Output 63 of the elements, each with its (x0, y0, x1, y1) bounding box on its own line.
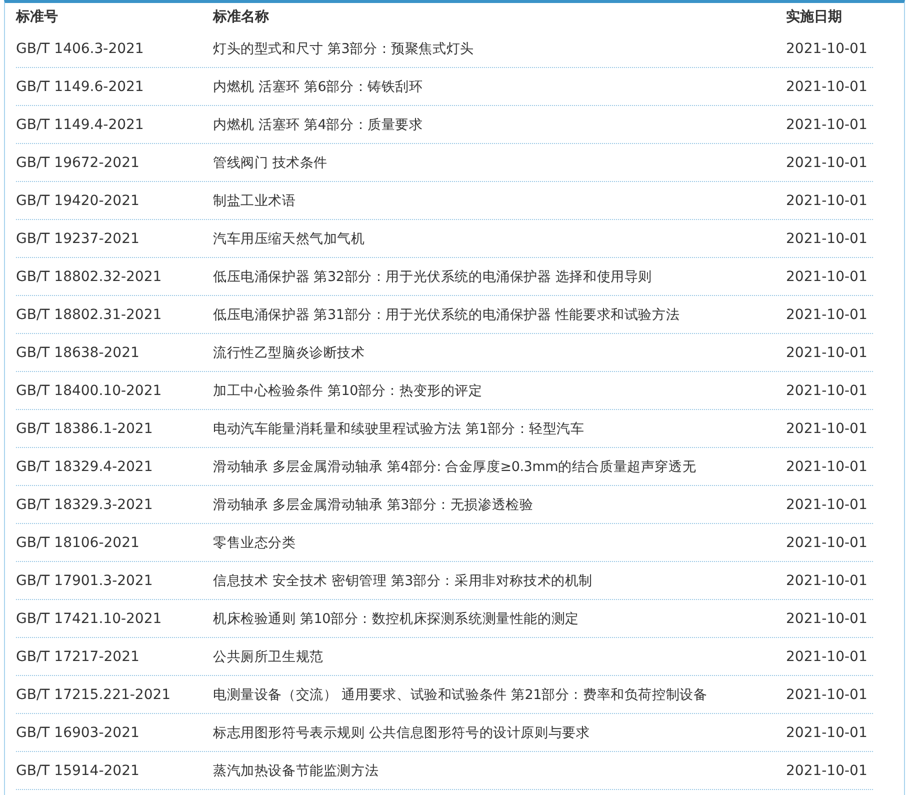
standard-code-cell-text: GB/T 1149.4-2021 (16, 116, 145, 132)
date-cell-text: 2021-10-01 (786, 306, 868, 322)
standard-code-cell-text: GB/T 17217-2021 (16, 648, 140, 664)
standard-name-cell-text: 低压电涌保护器 第31部分：用于光伏系统的电涌保护器 性能要求和试验方法 (213, 306, 681, 324)
standard-name-cell-text: 零售业态分类 (213, 534, 297, 552)
standard-name-cell-text: 标志用图形符号表示规则 公共信息图形符号的设计原则与要求 (213, 724, 591, 742)
column-header: 标准号 (16, 8, 59, 26)
standard-name-cell-text: 内燃机 活塞环 第4部分：质量要求 (213, 116, 424, 134)
date-cell-text: 2021-10-01 (786, 686, 868, 702)
date-cell-text: 2021-10-01 (786, 648, 868, 664)
standard-name-cell-text: 加工中心检验条件 第10部分：热变形的评定 (213, 382, 484, 400)
standard-code-cell-text: GB/T 18400.10-2021 (16, 382, 163, 398)
date-cell-text: 2021-10-01 (786, 496, 868, 512)
date-cell-text: 2021-10-01 (786, 268, 868, 284)
date-cell-text: 2021-10-01 (786, 154, 868, 170)
standard-name-cell-text: 电测量设备（交流） 通用要求、试验和试验条件 第21部分：费率和负荷控制设备 (213, 686, 708, 704)
standard-code-cell-text: GB/T 17215.221-2021 (16, 686, 172, 702)
date-cell-text: 2021-10-01 (786, 610, 868, 626)
standard-name-cell-text: 低压电涌保护器 第32部分：用于光伏系统的电涌保护器 选择和使用导则 (213, 268, 653, 286)
standard-name-cell-text: 滑动轴承 多层金属滑动轴承 第3部分：无损渗透检验 (213, 496, 534, 514)
standard-code-cell-text: GB/T 19672-2021 (16, 154, 140, 170)
date-cell-text: 2021-10-01 (786, 40, 868, 56)
standard-code-cell-text: GB/T 16903-2021 (16, 724, 140, 740)
date-cell-text: 2021-10-01 (786, 116, 868, 132)
standard-code-cell-text: GB/T 18802.31-2021 (16, 306, 163, 322)
standard-name-cell-text: 蒸汽加热设备节能监测方法 (213, 762, 380, 780)
date-cell-text: 2021-10-01 (786, 192, 868, 208)
standard-name-cell-text: 滑动轴承 多层金属滑动轴承 第4部分: 合金厚度≥0.3mm的结合质量超声穿透无 (213, 458, 698, 476)
date-cell-text: 2021-10-01 (786, 420, 868, 436)
date-cell-text: 2021-10-01 (786, 534, 868, 550)
date-cell-text: 2021-10-01 (786, 458, 868, 474)
standard-code-cell-text: GB/T 18802.32-2021 (16, 268, 163, 284)
date-cell-text: 2021-10-01 (786, 382, 868, 398)
standard-name-cell-text: 流行性乙型脑炎诊断技术 (213, 344, 366, 362)
standard-name-cell-text: 电动汽车能量消耗量和续驶里程试验方法 第1部分：轻型汽车 (213, 420, 586, 438)
standard-code-cell-text: GB/T 17421.10-2021 (16, 610, 163, 626)
date-cell-text: 2021-10-01 (786, 78, 868, 94)
standard-name-cell-text: 汽车用压缩天然气加气机 (213, 230, 366, 248)
column-header: 标准名称 (213, 8, 270, 26)
standard-name-cell-text: 制盐工业术语 (213, 192, 297, 210)
standard-name-cell-text: 管线阀门 技术条件 (213, 154, 328, 172)
standard-code-cell-text: GB/T 18386.1-2021 (16, 420, 154, 436)
standard-code-cell-text: GB/T 18329.4-2021 (16, 458, 154, 474)
standard-code-cell-text: GB/T 19420-2021 (16, 192, 140, 208)
standard-name-cell-text: 灯头的型式和尺寸 第3部分：预聚焦式灯头 (213, 40, 475, 58)
standard-name-cell-text: 内燃机 活塞环 第6部分：铸铁刮环 (213, 78, 424, 96)
column-header: 实施日期 (786, 8, 843, 26)
standard-code-cell-text: GB/T 15914-2021 (16, 762, 140, 778)
standard-name-cell-text: 机床检验通则 第10部分：数控机床探测系统测量性能的测定 (213, 610, 580, 628)
standard-code-cell-text: GB/T 17901.3-2021 (16, 572, 154, 588)
standard-code-cell-text: GB/T 1149.6-2021 (16, 78, 145, 94)
date-cell-text: 2021-10-01 (786, 724, 868, 740)
date-cell-text: 2021-10-01 (786, 572, 868, 588)
standard-code-cell-text: GB/T 18638-2021 (16, 344, 140, 360)
standard-code-cell-text: GB/T 19237-2021 (16, 230, 140, 246)
date-cell-text: 2021-10-01 (786, 344, 868, 360)
standard-code-cell-text: GB/T 18106-2021 (16, 534, 140, 550)
standard-code-cell-text: GB/T 1406.3-2021 (16, 40, 145, 56)
standard-name-cell-text: 公共厕所卫生规范 (213, 648, 324, 666)
date-cell-text: 2021-10-01 (786, 230, 868, 246)
standard-name-cell-text: 信息技术 安全技术 密钥管理 第3部分：采用非对称技术的机制 (213, 572, 594, 590)
standard-code-cell-text: GB/T 18329.3-2021 (16, 496, 154, 512)
date-cell-text: 2021-10-01 (786, 762, 868, 778)
